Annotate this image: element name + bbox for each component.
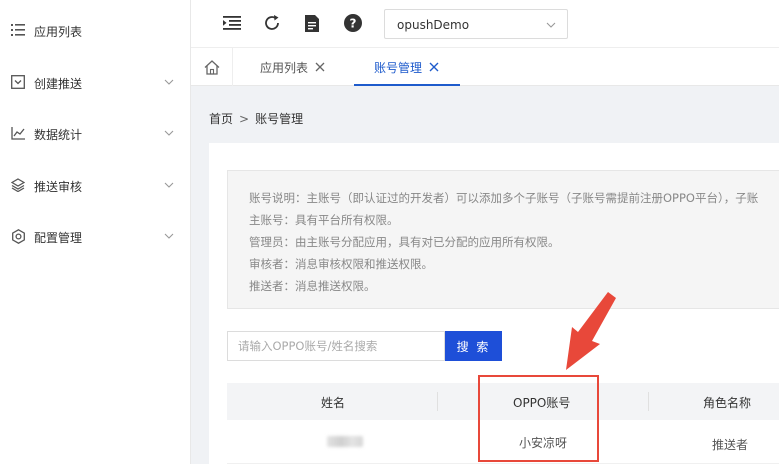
chevron-down-icon bbox=[164, 79, 174, 85]
layers-icon bbox=[10, 177, 26, 193]
sidebar-item-label: 应用列表 bbox=[34, 25, 83, 39]
chevron-down-icon bbox=[164, 182, 174, 188]
column-divider bbox=[437, 392, 438, 411]
content-card: 账号说明：主账号（即认证过的开发者）可以添加多个子账号（子账号需提前注册OPPO… bbox=[209, 143, 779, 464]
sidebar-item-statistics[interactable]: 数据统计 bbox=[0, 121, 191, 147]
svg-text:?: ? bbox=[350, 17, 357, 31]
line-chart-icon bbox=[10, 125, 26, 141]
sidebar-item-push-review[interactable]: 推送审核 bbox=[0, 173, 191, 199]
cell-role: 推送者 bbox=[712, 438, 749, 452]
account-notice: 账号说明：主账号（即认证过的开发者）可以添加多个子账号（子账号需提前注册OPPO… bbox=[227, 170, 779, 309]
top-bar: ? opushDemo bbox=[191, 0, 779, 48]
tab-app-list[interactable]: 应用列表 bbox=[260, 48, 326, 86]
notice-line: 推送者：消息推送权限。 bbox=[249, 279, 376, 293]
app-select-value: opushDemo bbox=[397, 18, 470, 32]
sidebar-item-app-list[interactable]: 应用列表 bbox=[0, 18, 191, 44]
tab-label: 账号管理 bbox=[373, 60, 422, 75]
table-row: 小安凉呀 推送者 bbox=[227, 420, 779, 464]
menu-collapse-icon[interactable] bbox=[221, 12, 243, 34]
notice-line: 账号说明：主账号（即认证过的开发者）可以添加多个子账号（子账号需提前注册OPPO… bbox=[249, 191, 759, 205]
tab-bar: 应用列表 账号管理 bbox=[191, 48, 779, 86]
sidebar-item-config[interactable]: 配置管理 bbox=[0, 224, 191, 250]
refresh-icon[interactable] bbox=[261, 12, 283, 34]
home-icon bbox=[204, 59, 219, 75]
breadcrumb-current: 账号管理 bbox=[255, 112, 304, 126]
chevron-down-icon bbox=[164, 130, 174, 136]
tab-label: 应用列表 bbox=[260, 60, 309, 75]
breadcrumb: 首页 > 账号管理 bbox=[209, 110, 303, 127]
document-icon[interactable] bbox=[301, 12, 323, 34]
chevron-down-icon bbox=[164, 233, 174, 239]
tab-account-management[interactable]: 账号管理 bbox=[354, 48, 460, 86]
sidebar-item-label: 创建推送 bbox=[34, 77, 83, 91]
create-push-icon bbox=[10, 74, 26, 90]
chevron-down-icon bbox=[546, 22, 556, 28]
sidebar: 应用列表 创建推送 数据统计 推送审核 配置管理 bbox=[0, 0, 191, 464]
search-input[interactable] bbox=[227, 331, 445, 361]
breadcrumb-separator: > bbox=[239, 112, 250, 126]
blurred-name bbox=[327, 436, 363, 447]
column-header-role: 角色名称 bbox=[703, 396, 752, 410]
cell-account: 小安凉呀 bbox=[519, 436, 568, 450]
gear-icon bbox=[10, 228, 26, 244]
column-divider bbox=[648, 392, 649, 411]
sidebar-item-create-push[interactable]: 创建推送 bbox=[0, 70, 191, 96]
search-button[interactable]: 搜 索 bbox=[445, 331, 502, 361]
breadcrumb-home[interactable]: 首页 bbox=[209, 112, 233, 126]
tab-home[interactable] bbox=[191, 48, 233, 86]
column-header-name: 姓名 bbox=[321, 396, 346, 410]
notice-line: 主账号：具有平台所有权限。 bbox=[249, 213, 399, 227]
column-header-account: OPPO账号 bbox=[513, 396, 571, 410]
sidebar-item-label: 配置管理 bbox=[34, 231, 83, 245]
sidebar-item-label: 推送审核 bbox=[34, 180, 83, 194]
close-icon[interactable] bbox=[428, 61, 440, 73]
notice-line: 管理员：由主账号分配应用，具有对已分配的应用所有权限。 bbox=[249, 235, 560, 249]
notice-line: 审核者：消息审核权限和推送权限。 bbox=[249, 257, 433, 271]
table-header: 姓名 OPPO账号 角色名称 bbox=[227, 383, 779, 420]
sidebar-item-label: 数据统计 bbox=[34, 128, 83, 142]
app-select[interactable]: opushDemo bbox=[384, 9, 568, 39]
close-icon[interactable] bbox=[314, 61, 326, 73]
help-icon[interactable]: ? bbox=[342, 12, 364, 34]
list-icon bbox=[10, 22, 26, 38]
